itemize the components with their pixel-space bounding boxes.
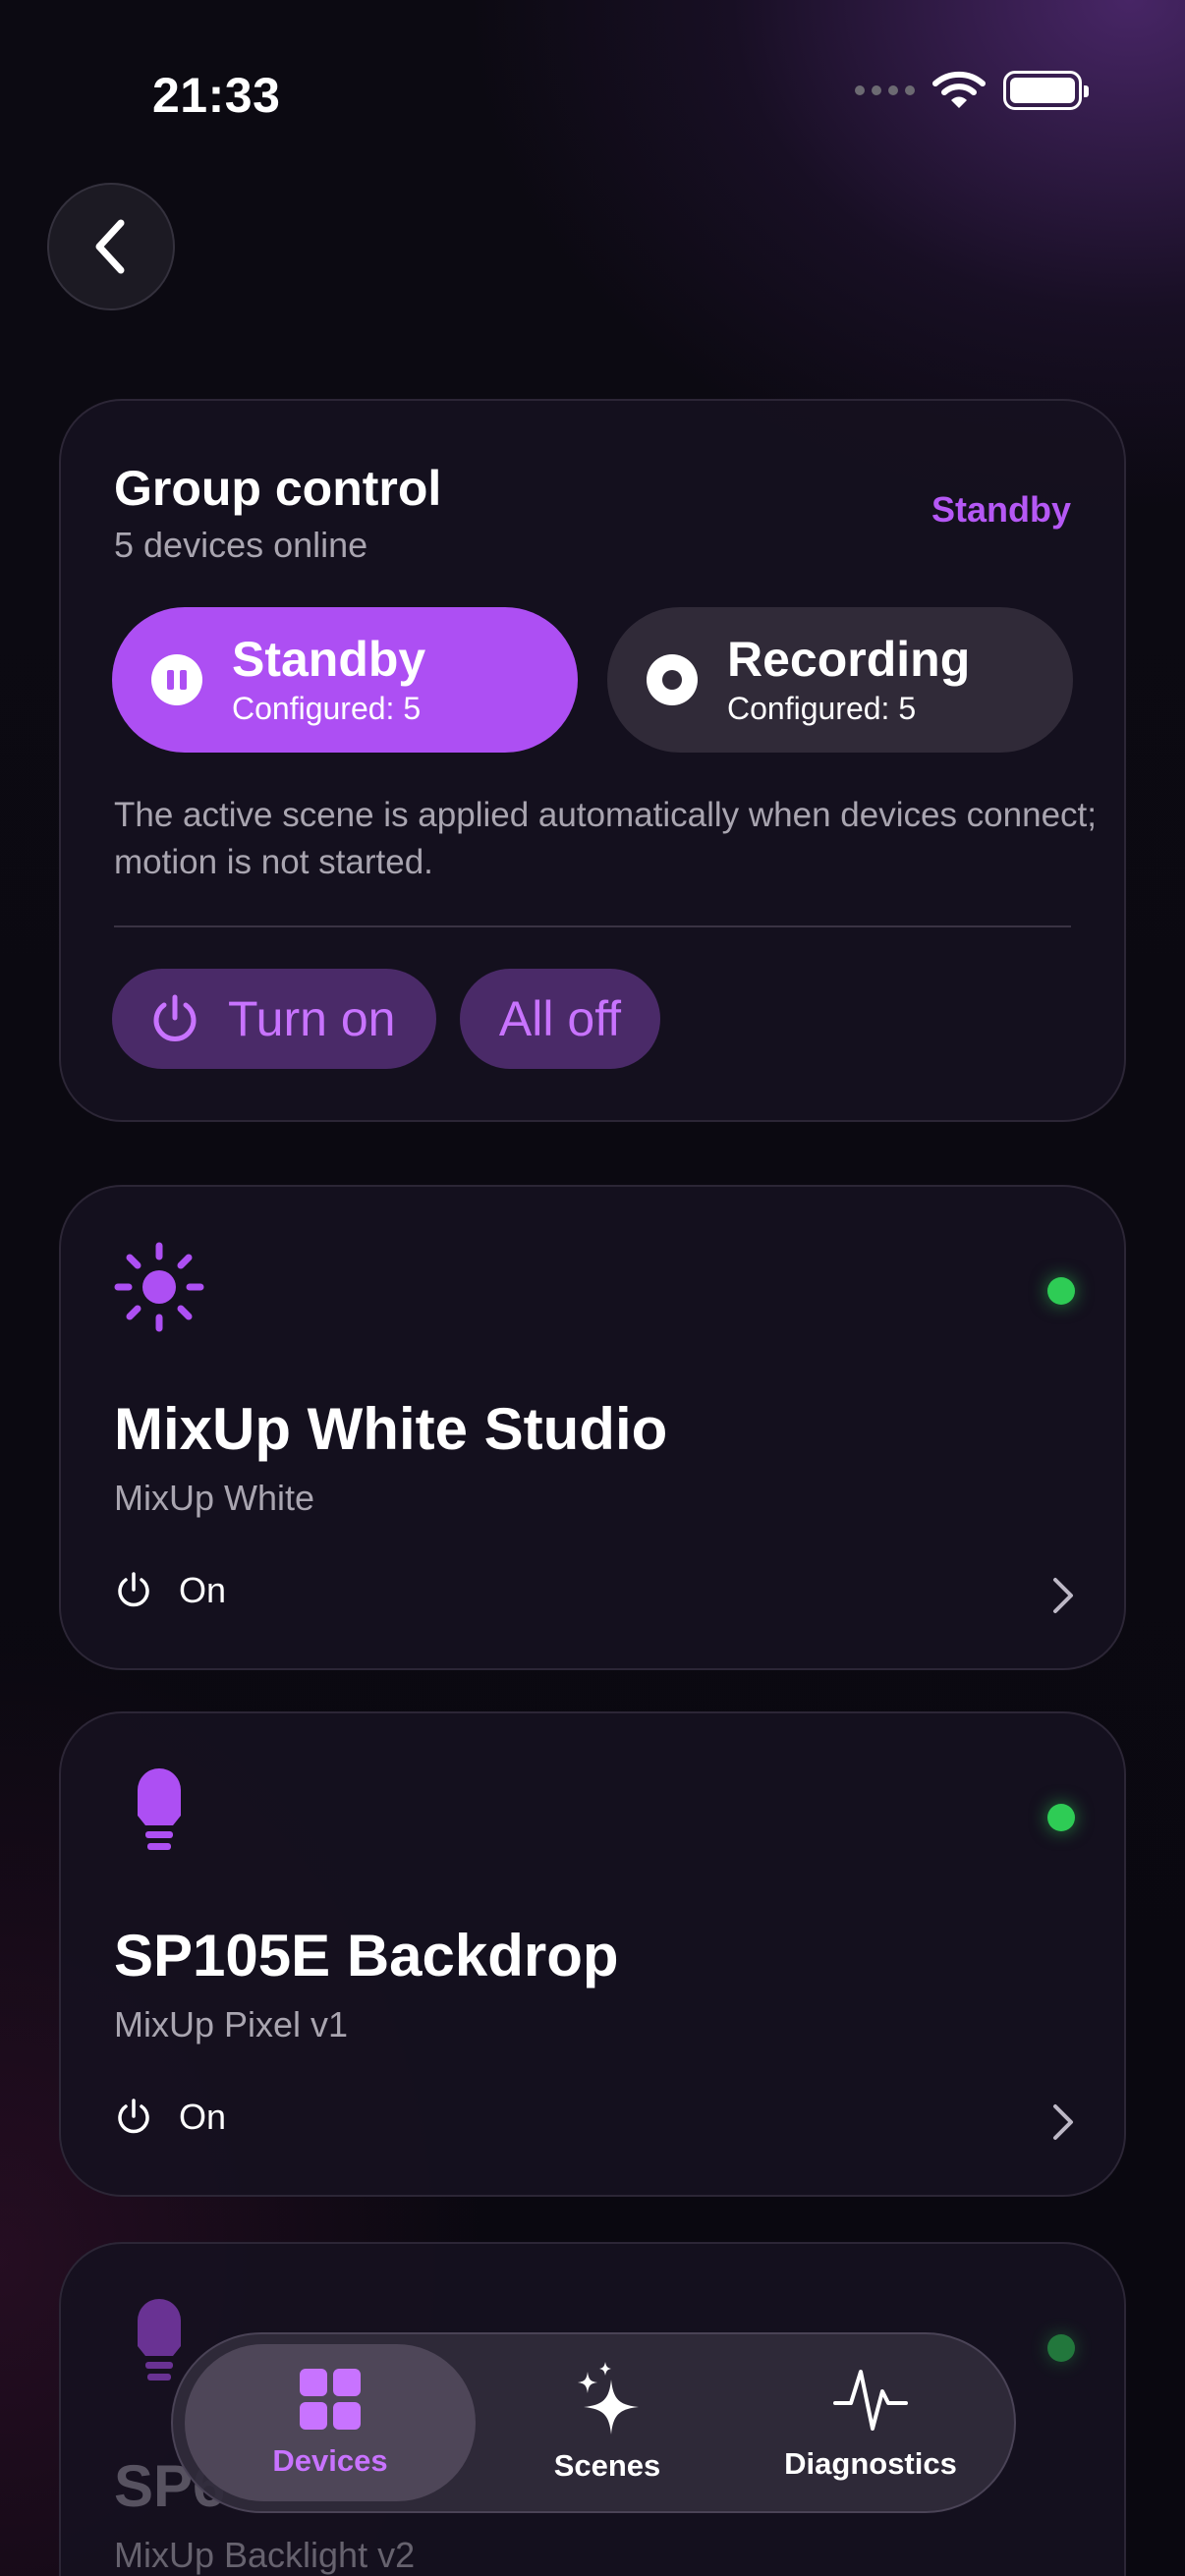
group-control-card: Group control 5 devices online Standby S… <box>59 399 1126 1122</box>
wifi-icon <box>932 71 986 108</box>
status-indicators <box>855 71 1089 110</box>
screen: 21:33 Group control 5 devices online Sta… <box>0 0 1185 2576</box>
all-off-label: All off <box>498 991 622 1046</box>
bulb-icon <box>138 1768 181 1850</box>
power-icon <box>114 1571 153 1610</box>
pulse-icon <box>833 2370 908 2431</box>
standby-configured-count: Configured: 5 <box>232 691 422 726</box>
device-name: SP105E Backdrop <box>114 1923 619 1988</box>
online-status-dot <box>1047 1277 1075 1305</box>
tab-scenes[interactable]: Scenes <box>476 2344 739 2501</box>
tab-diagnostics-label: Diagnostics <box>784 2446 957 2481</box>
device-card[interactable]: SP105E Backdrop MixUp Pixel v1 On <box>59 1711 1126 2197</box>
recording-mode-label: Recording <box>727 632 971 687</box>
tab-devices[interactable]: Devices <box>185 2344 476 2501</box>
tab-diagnostics[interactable]: Diagnostics <box>739 2344 1002 2501</box>
divider <box>114 925 1071 927</box>
device-card[interactable]: MixUp White Studio MixUp White On <box>59 1185 1126 1670</box>
devices-online-count: 5 devices online <box>114 525 368 565</box>
status-time: 21:33 <box>152 68 281 123</box>
group-status-label: Standby <box>931 489 1071 530</box>
tab-bar: Devices Scenes Diagnostics <box>171 2332 1016 2513</box>
device-power-status: On <box>114 1570 226 1611</box>
turn-on-label: Turn on <box>228 991 396 1046</box>
device-name: MixUp White Studio <box>114 1396 668 1462</box>
online-status-dot <box>1047 1804 1075 1831</box>
device-model: MixUp Backlight v2 <box>114 2535 416 2575</box>
chevron-right-icon <box>1051 2102 1075 2142</box>
recording-mode-button[interactable]: Recording Configured: 5 <box>607 607 1073 753</box>
sun-icon <box>114 1242 204 1332</box>
cellular-signal-icon <box>855 85 915 95</box>
device-model: MixUp Pixel v1 <box>114 2004 349 2044</box>
power-icon <box>114 2098 153 2137</box>
device-power-label: On <box>179 2097 227 2137</box>
all-off-button[interactable]: All off <box>460 969 660 1069</box>
recording-configured-count: Configured: 5 <box>727 691 917 726</box>
sparkles-icon <box>578 2362 639 2435</box>
device-power-label: On <box>179 1570 227 1610</box>
grid-icon <box>300 2369 361 2430</box>
turn-on-button[interactable]: Turn on <box>112 969 436 1069</box>
device-model: MixUp White <box>114 1478 315 1518</box>
standby-mode-label: Standby <box>232 632 426 687</box>
chevron-left-icon <box>95 219 125 274</box>
record-icon <box>647 654 698 705</box>
standby-mode-button[interactable]: Standby Configured: 5 <box>112 607 578 753</box>
device-power-status: On <box>114 2097 226 2138</box>
power-icon <box>147 991 202 1046</box>
group-control-note: The active scene is applied automaticall… <box>114 796 1097 881</box>
pause-icon <box>151 654 202 705</box>
tab-devices-label: Devices <box>272 2443 388 2478</box>
chevron-right-icon <box>1051 1576 1075 1615</box>
back-button[interactable] <box>47 183 175 310</box>
online-status-dot <box>1047 2334 1075 2362</box>
tab-scenes-label: Scenes <box>553 2448 661 2483</box>
battery-icon <box>1003 71 1089 110</box>
group-control-title: Group control <box>114 461 442 516</box>
